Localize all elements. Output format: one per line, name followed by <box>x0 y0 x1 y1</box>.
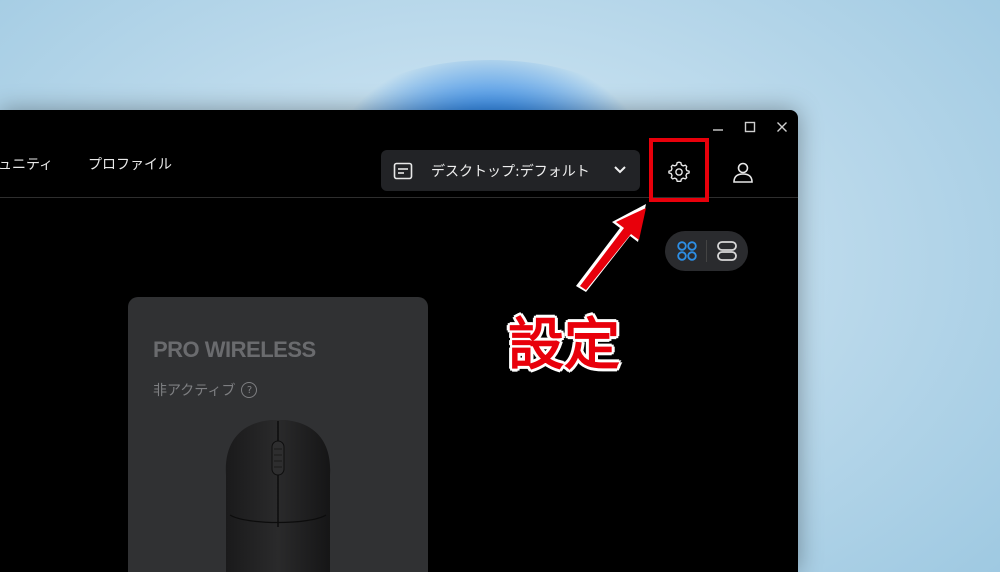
settings-highlight-box <box>649 138 709 202</box>
close-icon <box>777 122 787 132</box>
close-button[interactable] <box>767 116 797 138</box>
maximize-icon <box>744 121 756 133</box>
grid-view-icon <box>677 241 697 261</box>
list-view-button[interactable] <box>709 235 745 267</box>
help-icon[interactable]: ? <box>241 382 258 398</box>
view-toggle-separator <box>706 240 707 262</box>
account-button[interactable] <box>725 155 761 189</box>
minimize-button[interactable] <box>703 116 733 138</box>
profile-dropdown-label: デスクトップ:デフォルト <box>431 163 590 180</box>
list-view-icon <box>717 241 737 261</box>
maximize-button[interactable] <box>735 116 765 138</box>
annotation-label: 設定 <box>508 313 620 378</box>
mouse-image <box>225 420 331 572</box>
profile-card-icon <box>393 162 413 179</box>
device-status-label: 非アクティブ <box>153 383 236 399</box>
minimize-icon <box>713 129 723 131</box>
nav-profiles[interactable]: プロファイル <box>88 154 172 174</box>
device-name: PRO WIRELESS <box>153 337 316 362</box>
annotation-arrow <box>576 204 646 292</box>
device-card[interactable]: PRO WIRELESS 非アクティブ ? <box>128 297 428 572</box>
grid-view-button[interactable] <box>669 235 705 267</box>
nav-community[interactable]: ュニティ <box>0 154 53 174</box>
device-status: 非アクティブ ? <box>153 380 258 400</box>
view-toggle <box>665 231 748 271</box>
user-icon <box>733 162 753 183</box>
profile-dropdown[interactable]: デスクトップ:デフォルト <box>381 150 640 191</box>
chevron-down-icon <box>614 166 626 174</box>
